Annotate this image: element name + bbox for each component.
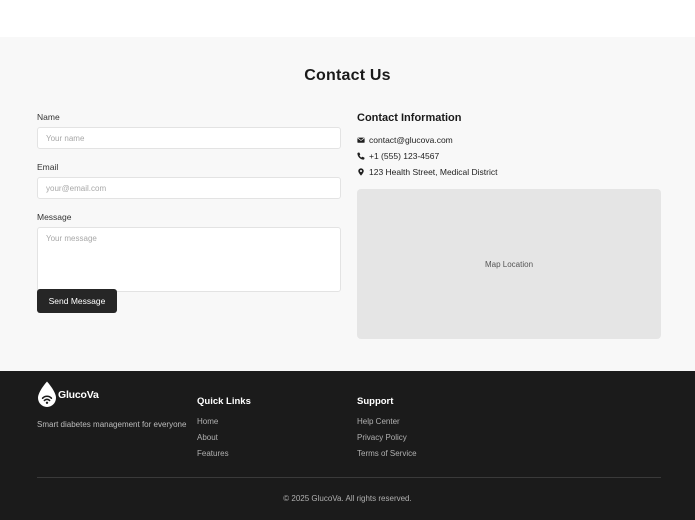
contact-email-row: contact@glucova.com bbox=[357, 134, 453, 146]
top-blank-area bbox=[0, 0, 695, 37]
contact-form: Name Email Message Send Message bbox=[37, 112, 341, 313]
contact-email-text[interactable]: contact@glucova.com bbox=[369, 135, 453, 145]
contact-section: Contact Us Name Email Message Send Messa… bbox=[0, 37, 695, 371]
copyright-text: © 2025 GlucoVa. All rights reserved. bbox=[283, 494, 412, 503]
brand-tagline: Smart diabetes management for everyone bbox=[37, 420, 187, 429]
site-footer: GlucoVa Smart diabetes management for ev… bbox=[0, 371, 695, 520]
quick-links-column: Quick Links Home About Features bbox=[197, 396, 251, 458]
phone-icon bbox=[357, 152, 365, 160]
contact-address-text: 123 Health Street, Medical District bbox=[369, 167, 498, 177]
map-pin-icon bbox=[358, 168, 364, 176]
support-column: Support Help Center Privacy Policy Terms… bbox=[357, 396, 417, 458]
contact-phone-row: +1 (555) 123-4567 bbox=[357, 150, 439, 162]
email-label: Email bbox=[37, 162, 59, 172]
message-textarea[interactable] bbox=[37, 227, 341, 292]
map-location-label: Map Location bbox=[484, 259, 534, 269]
footer-link-home[interactable]: Home bbox=[197, 417, 218, 426]
contact-information-heading: Contact Information bbox=[357, 112, 462, 124]
name-label: Name bbox=[37, 112, 60, 122]
envelope-icon bbox=[357, 137, 365, 143]
footer-link-about[interactable]: About bbox=[197, 433, 218, 442]
brand-name: GlucoVa bbox=[58, 388, 99, 401]
section-title: Contact Us bbox=[304, 67, 391, 84]
footer-divider bbox=[37, 477, 661, 478]
footer-link-help-center[interactable]: Help Center bbox=[357, 417, 400, 426]
send-message-button[interactable]: Send Message bbox=[37, 289, 117, 313]
quick-links-title: Quick Links bbox=[197, 396, 251, 407]
drop-logo-icon bbox=[38, 381, 56, 407]
name-input[interactable] bbox=[37, 127, 341, 149]
email-input[interactable] bbox=[37, 177, 341, 199]
footer-brand[interactable]: GlucoVa bbox=[37, 381, 99, 408]
contact-phone-text[interactable]: +1 (555) 123-4567 bbox=[369, 151, 439, 161]
footer-link-privacy-policy[interactable]: Privacy Policy bbox=[357, 433, 407, 442]
contact-information-panel: Contact Information contact@glucova.com … bbox=[357, 112, 661, 339]
support-title: Support bbox=[357, 396, 394, 407]
footer-link-features[interactable]: Features bbox=[197, 449, 229, 458]
footer-link-terms-of-service[interactable]: Terms of Service bbox=[357, 449, 417, 458]
contact-address-row: 123 Health Street, Medical District bbox=[357, 166, 498, 178]
message-label: Message bbox=[37, 212, 72, 222]
map-placeholder[interactable]: Map Location bbox=[357, 189, 661, 339]
